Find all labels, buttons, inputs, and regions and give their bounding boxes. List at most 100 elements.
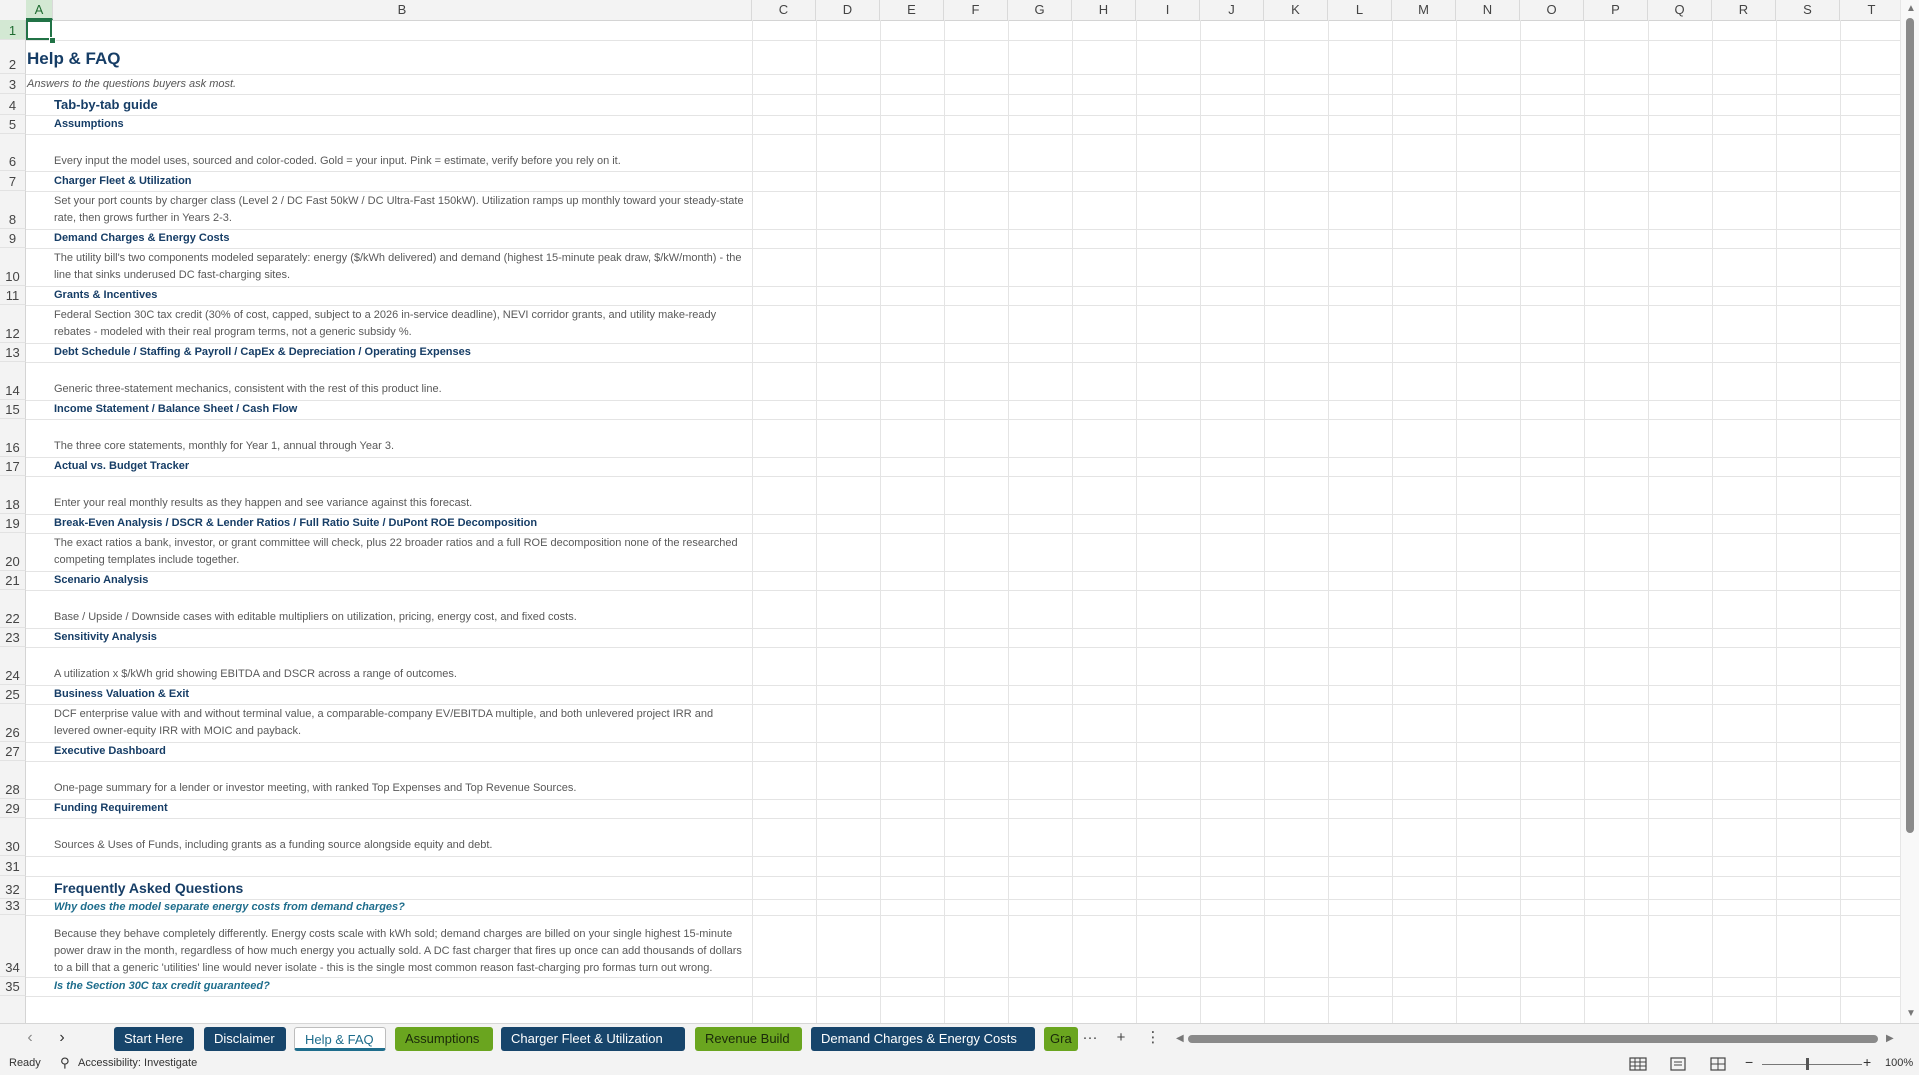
column-header-t[interactable]: T xyxy=(1840,0,1900,20)
section-description: Federal Section 30C tax credit (30% of c… xyxy=(54,309,717,338)
select-all-corner[interactable] xyxy=(0,0,27,20)
row-header[interactable]: 30 xyxy=(0,818,26,856)
row-header[interactable]: 4 xyxy=(0,94,26,115)
tab-revenue-build[interactable]: Revenue Build xyxy=(695,1027,802,1051)
row-header-partial[interactable] xyxy=(0,996,26,1023)
vertical-scrollbar[interactable]: ▲ ▼ xyxy=(1900,0,1919,1023)
page-layout-icon[interactable] xyxy=(1668,1056,1688,1072)
row-header[interactable]: 6 xyxy=(0,134,26,171)
row-header[interactable]: 26 xyxy=(0,704,26,742)
row-header[interactable]: 24 xyxy=(0,647,26,685)
column-header-g[interactable]: G xyxy=(1008,0,1072,20)
row-header[interactable]: 31 xyxy=(0,856,26,876)
normal-view-icon[interactable] xyxy=(1628,1056,1648,1072)
row-header[interactable]: 14 xyxy=(0,362,26,400)
column-header-a[interactable]: A xyxy=(26,0,53,20)
column-header-s[interactable]: S xyxy=(1776,0,1840,20)
column-header-r[interactable]: R xyxy=(1712,0,1776,20)
vertical-ellipsis-icon[interactable]: ⋮ xyxy=(1142,1028,1164,1048)
row-header[interactable]: 21 xyxy=(0,571,26,590)
scroll-left-icon[interactable]: ◀ xyxy=(1176,1033,1184,1044)
row-header[interactable]: 22 xyxy=(0,590,26,628)
section-description: Enter your real monthly results as they … xyxy=(54,497,473,509)
scroll-up-icon[interactable]: ▲ xyxy=(1906,3,1916,14)
column-header-p[interactable]: P xyxy=(1584,0,1648,20)
fill-handle[interactable] xyxy=(49,37,56,44)
section-heading: Assumptions xyxy=(54,118,124,130)
row-header[interactable]: 32 xyxy=(0,876,26,899)
column-header-c[interactable]: C xyxy=(752,0,816,20)
row-header[interactable]: 5 xyxy=(0,115,26,134)
column-header-f[interactable]: F xyxy=(944,0,1008,20)
row-header[interactable]: 17 xyxy=(0,457,26,476)
row-header[interactable]: 18 xyxy=(0,476,26,514)
zoom-in-icon[interactable]: + xyxy=(1863,1054,1871,1070)
tab-demand-charges[interactable]: Demand Charges & Energy Costs xyxy=(811,1027,1035,1051)
section-heading: Executive Dashboard xyxy=(54,745,166,757)
row-header[interactable]: 13 xyxy=(0,343,26,362)
column-header-q[interactable]: Q xyxy=(1648,0,1712,20)
row-header[interactable]: 20 xyxy=(0,533,26,571)
row-header[interactable]: 23 xyxy=(0,628,26,647)
row-header[interactable]: 16 xyxy=(0,419,26,457)
row-header[interactable]: 28 xyxy=(0,761,26,799)
spreadsheet-grid[interactable]: A B C D E F G H I J K L M N O P Q R S T xyxy=(0,0,1900,1023)
row-header[interactable]: 1 xyxy=(0,20,26,40)
row-header[interactable]: 25 xyxy=(0,685,26,704)
tab-start-here[interactable]: Start Here xyxy=(114,1027,194,1051)
column-header-l[interactable]: L xyxy=(1328,0,1392,20)
tab-help-faq[interactable]: Help & FAQ xyxy=(294,1027,386,1051)
accessibility-status[interactable]: Accessibility: Investigate xyxy=(78,1057,197,1069)
chevron-left-icon[interactable]: ‹ xyxy=(20,1028,40,1048)
tab-charger-fleet[interactable]: Charger Fleet & Utilization xyxy=(501,1027,685,1051)
zoom-slider-thumb[interactable] xyxy=(1806,1058,1809,1070)
zoom-out-icon[interactable]: − xyxy=(1745,1054,1753,1070)
column-header-b[interactable]: B xyxy=(53,0,752,20)
row-header[interactable]: 11 xyxy=(0,286,26,305)
plus-icon[interactable]: + xyxy=(1110,1028,1132,1048)
scroll-right-icon[interactable]: ▶ xyxy=(1886,1033,1894,1044)
row-header[interactable]: 3 xyxy=(0,74,26,94)
row-header[interactable]: 27 xyxy=(0,742,26,761)
section-heading: Scenario Analysis xyxy=(54,574,149,586)
tab-assumptions[interactable]: Assumptions xyxy=(395,1027,493,1051)
horizontal-scroll-thumb[interactable] xyxy=(1188,1035,1878,1043)
column-header-o[interactable]: O xyxy=(1520,0,1584,20)
gridline xyxy=(26,171,1900,172)
column-header-i[interactable]: I xyxy=(1136,0,1200,20)
column-header-n[interactable]: N xyxy=(1456,0,1520,20)
column-header-k[interactable]: K xyxy=(1264,0,1328,20)
horizontal-scrollbar[interactable]: ◀ ▶ xyxy=(1176,1033,1894,1044)
row-header[interactable]: 9 xyxy=(0,229,26,248)
accessibility-icon[interactable]: ⚲ xyxy=(60,1055,70,1071)
tab-grants-truncated[interactable]: Gra xyxy=(1044,1027,1078,1051)
column-header-d[interactable]: D xyxy=(816,0,880,20)
row-header[interactable]: 33 xyxy=(0,898,26,915)
column-header-e[interactable]: E xyxy=(880,0,944,20)
chevron-right-icon[interactable]: › xyxy=(52,1028,72,1048)
zoom-level[interactable]: 100% xyxy=(1885,1057,1913,1069)
column-header-m[interactable]: M xyxy=(1392,0,1456,20)
ellipsis-icon[interactable]: ··· xyxy=(1079,1028,1101,1048)
row-header[interactable]: 34 xyxy=(0,915,26,977)
gridline xyxy=(26,876,1900,877)
column-header-j[interactable]: J xyxy=(1200,0,1264,20)
row-header[interactable]: 12 xyxy=(0,305,26,343)
row-header[interactable]: 15 xyxy=(0,400,26,419)
row-header[interactable]: 10 xyxy=(0,248,26,286)
tab-disclaimer[interactable]: Disclaimer xyxy=(204,1027,286,1051)
row-header[interactable]: 35 xyxy=(0,977,26,996)
page-break-view-icon[interactable] xyxy=(1708,1056,1728,1072)
vertical-scroll-thumb[interactable] xyxy=(1906,18,1914,833)
row-header[interactable]: 29 xyxy=(0,799,26,818)
sheet-tab-bar: ‹ › Start Here Disclaimer Help & FAQ Ass… xyxy=(0,1023,1919,1053)
column-header-h[interactable]: H xyxy=(1072,0,1136,20)
row-header[interactable]: 7 xyxy=(0,171,26,191)
scroll-down-icon[interactable]: ▼ xyxy=(1906,1008,1916,1019)
section-heading: Debt Schedule / Staffing & Payroll / Cap… xyxy=(54,346,471,358)
row-header[interactable]: 2 xyxy=(0,40,26,74)
row-header[interactable]: 8 xyxy=(0,191,26,229)
row-header[interactable]: 19 xyxy=(0,514,26,533)
zoom-slider[interactable] xyxy=(1762,1064,1862,1065)
gridline xyxy=(26,996,1900,997)
